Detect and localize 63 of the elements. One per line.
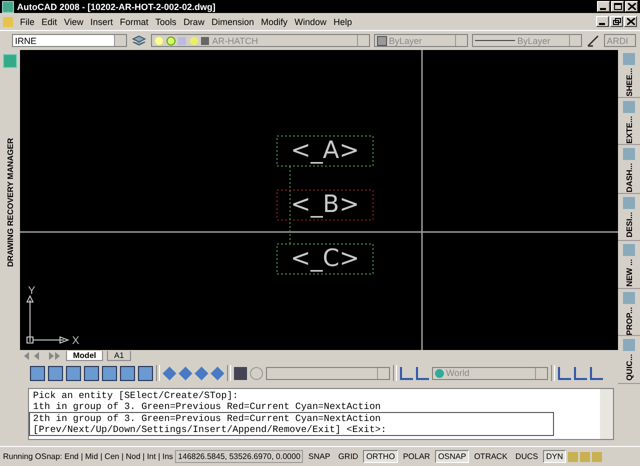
palette-tab[interactable]: PROP...	[618, 288, 640, 336]
attribute-tag[interactable]: <_C>	[290, 244, 360, 272]
palette-tab[interactable]: NEW ...	[618, 241, 640, 289]
visual-style-icon[interactable]	[210, 366, 224, 380]
palette-tab[interactable]: DASH...	[618, 145, 640, 194]
entity-frame[interactable]	[276, 136, 374, 166]
menu-item[interactable]: Window	[294, 16, 327, 26]
minimize-button[interactable]	[597, 1, 610, 12]
attribute-tag[interactable]: <_B>	[290, 190, 360, 218]
axis-label: X	[72, 335, 80, 347]
window-title: AutoCAD 2008 - [10202-AR-HOT-2-002-02.dwg]	[17, 2, 217, 12]
layout-tab[interactable]: Model	[66, 351, 104, 361]
ucs-icon[interactable]	[590, 366, 603, 380]
workspace-dropdown[interactable]: IRNE	[12, 34, 128, 47]
close-button[interactable]	[625, 1, 638, 12]
ucs-icon[interactable]	[574, 366, 587, 380]
running-osnap-text: Running OSnap: End | Mid | Cen | Nod | Int | Ins	[3, 452, 174, 461]
menu-item[interactable]: Tools	[155, 16, 176, 26]
visual-style-icon[interactable]	[178, 366, 192, 380]
menu-item[interactable]: Modify	[260, 16, 288, 26]
scrollbar[interactable]	[600, 389, 613, 439]
layout-tab[interactable]: A1	[107, 351, 131, 361]
entity-frame[interactable]	[276, 244, 374, 274]
visual-style-icon[interactable]	[194, 366, 208, 380]
layers-icon[interactable]	[131, 34, 148, 48]
attribute-tag[interactable]: <_A>	[290, 136, 360, 164]
ucs-icon[interactable]	[416, 366, 429, 380]
brush-icon[interactable]	[586, 34, 600, 48]
command-line-text: [Prev/Next/Up/Down/Settings/Insert/Append/Remove/Exit] <Exit>:	[33, 424, 388, 435]
menu-item[interactable]: Draw	[183, 16, 204, 26]
menu-item[interactable]: Help	[334, 16, 352, 26]
palette-tab[interactable]: DESI...	[618, 194, 640, 242]
visual-style-icon[interactable]	[162, 366, 176, 380]
command-line-text: Pick an entity [SElect/Create/STop]:	[33, 390, 240, 401]
palette-tab[interactable]: SHEE...	[618, 50, 640, 98]
ucs-icon[interactable]	[558, 366, 571, 380]
ucs-icon[interactable]	[400, 366, 413, 380]
status-toggle[interactable]: DYN	[543, 450, 566, 463]
restore-button[interactable]	[610, 16, 623, 27]
status-toggle[interactable]: ORTHO	[363, 450, 398, 463]
command-line-text: 1th in group of 3. Green=Previous Red=Current Cyan=NextAction	[33, 401, 382, 412]
drawing-canvas[interactable]: <_A> <_B> <_C> Y X	[20, 50, 618, 350]
menu-item[interactable]: Edit	[42, 16, 58, 26]
maximize-button[interactable]	[611, 1, 624, 12]
entity-frame[interactable]	[276, 190, 374, 220]
menu-item[interactable]: View	[64, 16, 84, 26]
close-button[interactable]	[624, 16, 637, 27]
palette-tab[interactable]: QUIC...	[618, 336, 640, 384]
layer-state-icon	[154, 34, 210, 46]
minimize-button[interactable]	[596, 16, 609, 27]
status-toggle[interactable]: OSNAP	[435, 450, 470, 463]
menu-item[interactable]: Dimension	[211, 16, 254, 26]
coordinates-readout: 146826.5845, 53526.6970, 0.0000	[175, 450, 304, 463]
menu-item[interactable]: Insert	[90, 16, 113, 26]
ucs-axis-icon	[26, 294, 70, 344]
axis-label: Y	[28, 285, 36, 297]
command-prompt[interactable]: 2th in group of 3. Green=Previous Red=Current Cyan=NextAction [Prev/Next/Up/Down/Settings/Insert/Append/Remove/Exit] <Exit>:	[29, 412, 554, 436]
view-dropdown[interactable]	[266, 366, 390, 380]
menu-item[interactable]: Format	[120, 16, 148, 26]
panel-title: DRAWING RECOVERY MANAGER	[6, 138, 14, 267]
palette-tab[interactable]: EXTE...	[618, 98, 640, 146]
command-line-text: 2th in group of 3. Green=Previous Red=Current Cyan=NextAction	[33, 413, 382, 424]
menu-item[interactable]: File	[20, 16, 35, 26]
